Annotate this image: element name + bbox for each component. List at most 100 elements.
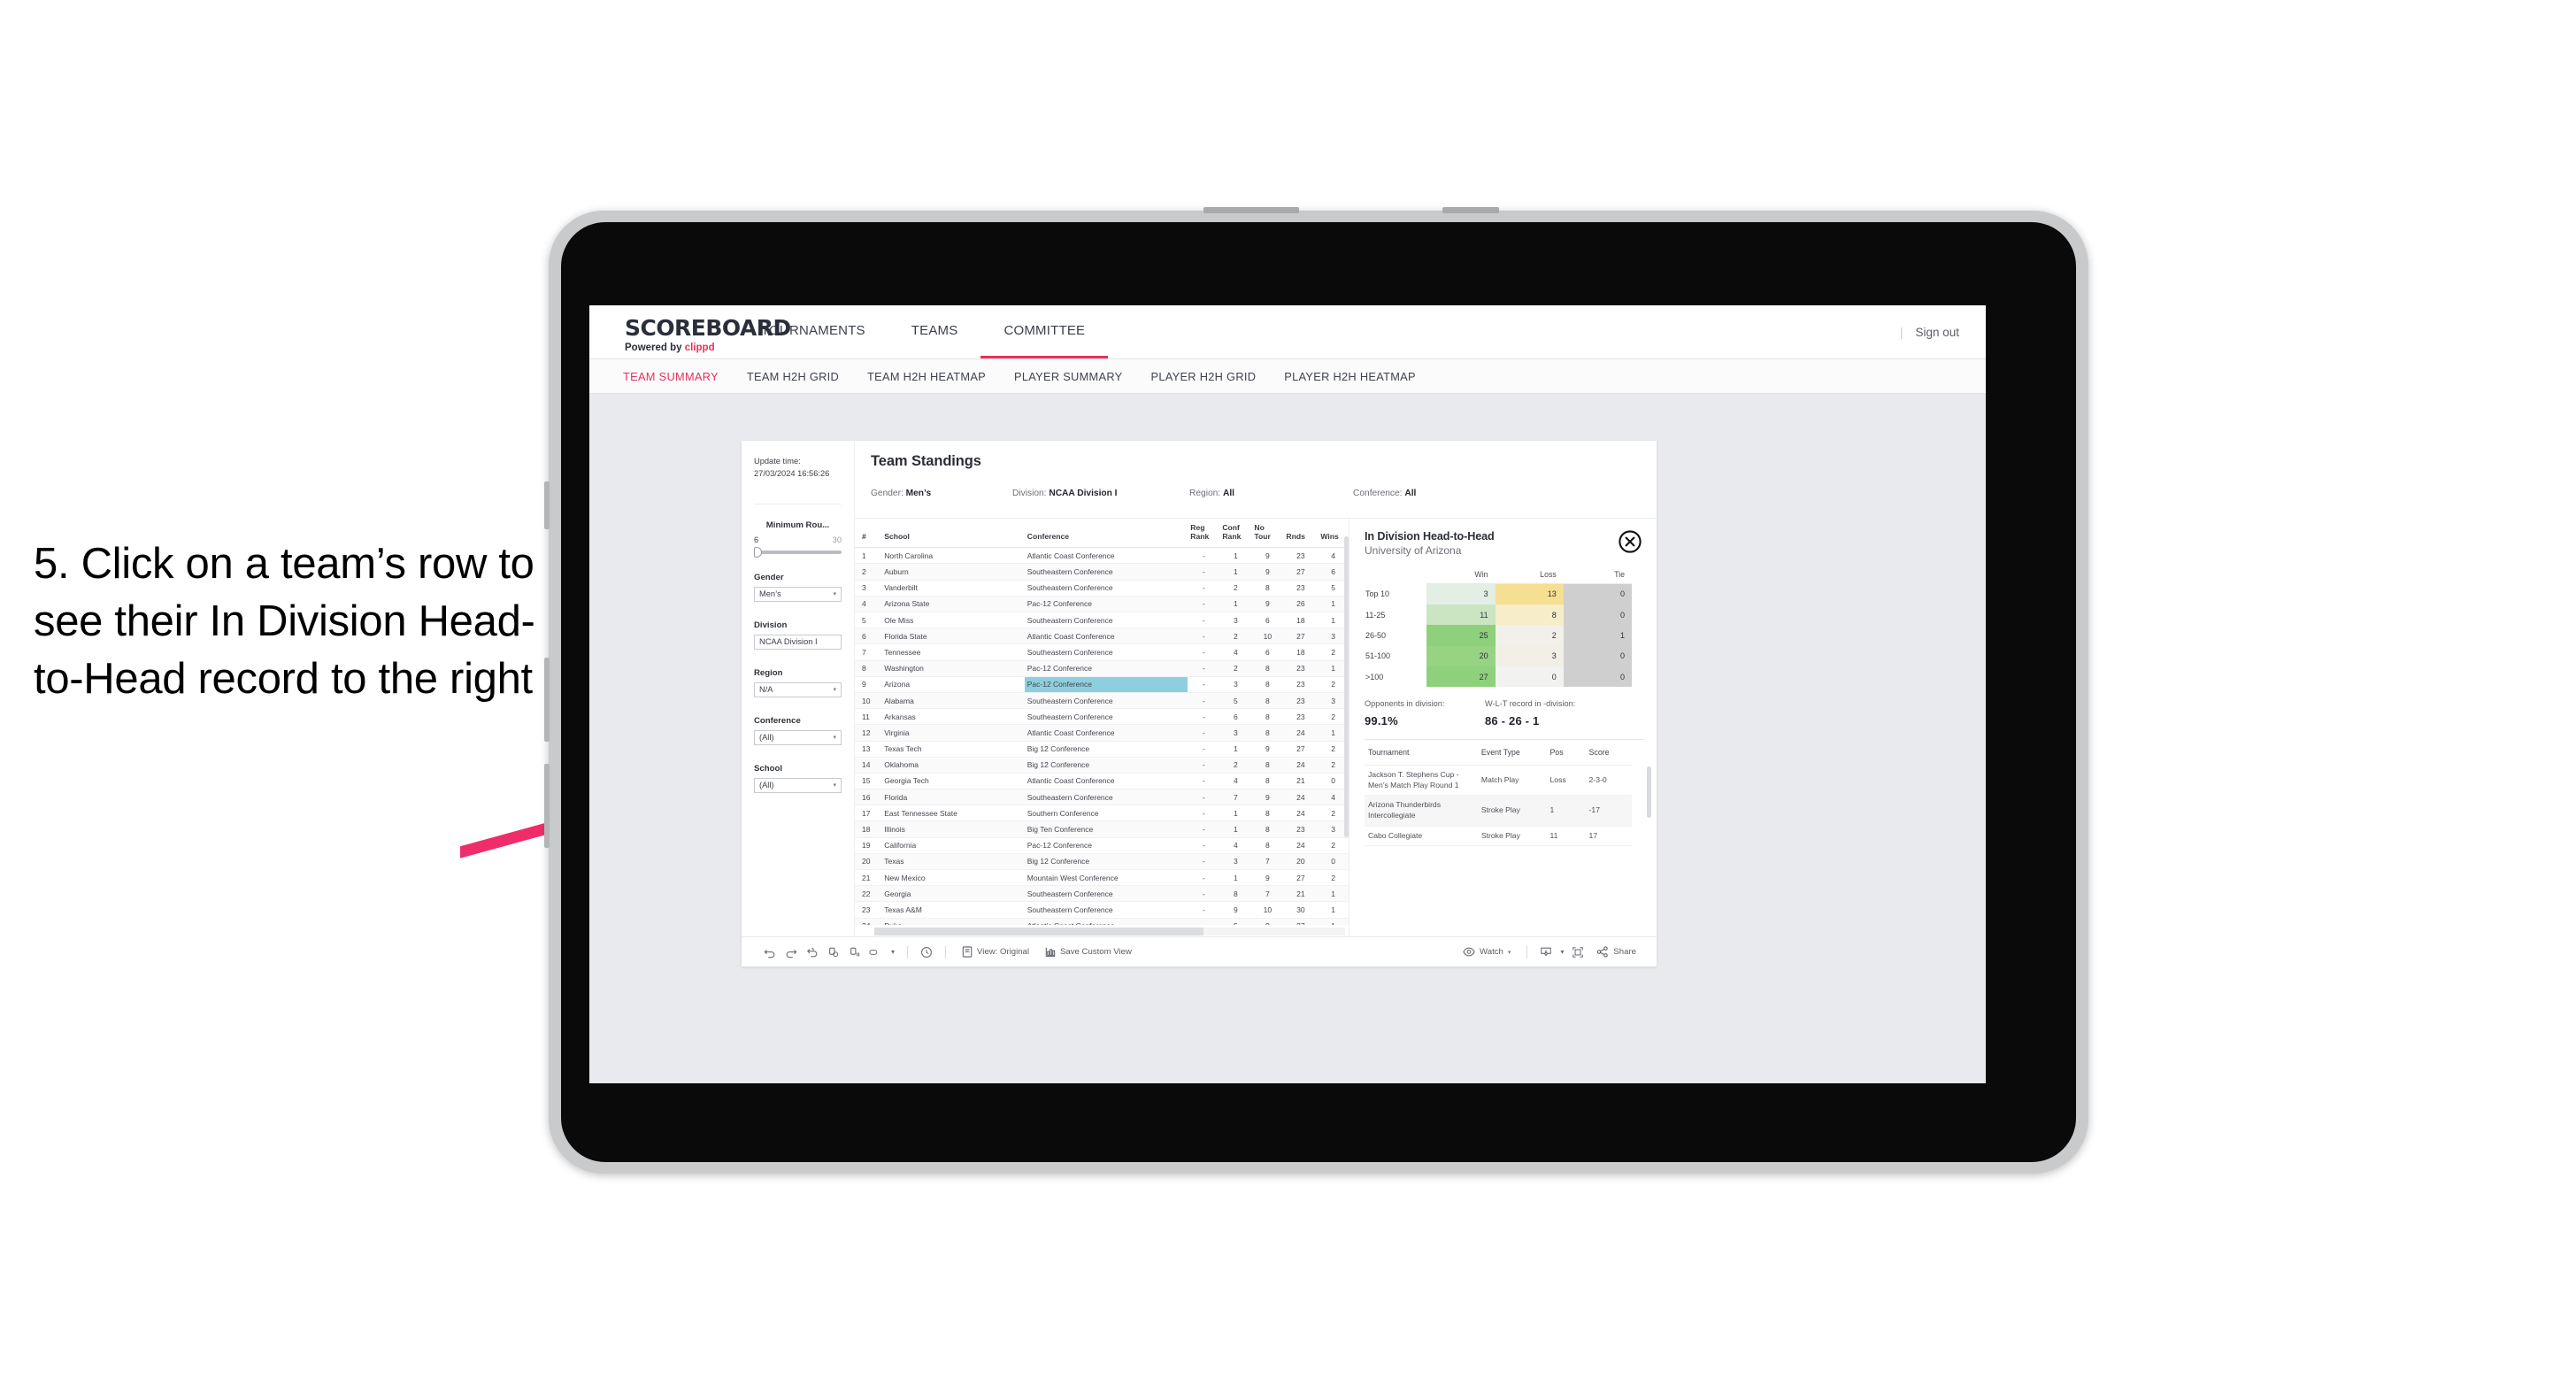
th-no-tour[interactable]: No Tour [1251, 519, 1284, 549]
cell-reg-rank: - [1188, 628, 1220, 645]
tournament-row[interactable]: Arizona Thunderbirds Intercollegiate Stro… [1365, 795, 1632, 827]
h2h-header-row: Win Loss Tie [1365, 567, 1632, 584]
chevron-down-icon: ▾ [833, 687, 836, 694]
table-row[interactable]: 22 Georgia Southeastern Conference -8 7 21 1 [855, 885, 1349, 903]
table-row[interactable]: 4 Arizona State Pac-12 Conference -1 9 26 1 [855, 596, 1349, 613]
subnav-team-summary[interactable]: TEAM SUMMARY [609, 370, 733, 383]
table-row[interactable]: 2 Auburn Southeastern Conference -1 9 27 6 [855, 563, 1349, 581]
th-tournament[interactable]: Tournament [1365, 740, 1478, 766]
th-reg-rank[interactable]: Reg Rank [1188, 519, 1220, 549]
table-row[interactable]: 24DukeAtlantic Coast Conference-59271 [855, 918, 1349, 925]
subnav-player-summary[interactable]: PLAYER SUMMARY [1000, 370, 1136, 383]
cell-event-type: Stroke Play [1477, 795, 1547, 827]
slider-track[interactable] [754, 546, 842, 558]
cell-school: Georgia [881, 885, 1025, 903]
h2h-cell: 27 [1426, 666, 1496, 688]
subnav-player-h2h-grid[interactable]: PLAYER H2H GRID [1137, 370, 1271, 383]
th-school[interactable]: School [881, 519, 1025, 549]
table-row[interactable]: 5 Ole Miss Southeastern Conference -3 6 18 1 [855, 612, 1349, 629]
th-conf-rank[interactable]: Conf Rank [1219, 519, 1252, 549]
dashboard-canvas: Update time: 27/03/2024 16:56:26 Minimum… [589, 394, 1986, 1083]
th-score[interactable]: Score [1585, 740, 1632, 766]
stat-wlt-record: W-L-T record in -division: 86 - 26 - 1 [1485, 699, 1575, 728]
nav-teams[interactable]: TEAMS [888, 305, 981, 358]
shape-dropdown-icon[interactable] [865, 943, 887, 962]
table-row[interactable]: 21 New Mexico Mountain West Conference -1 9 2… [855, 869, 1349, 887]
table-row[interactable]: 14 Oklahoma Big 12 Conference -2 8 24 2 [855, 757, 1349, 774]
table-row[interactable]: 1 North Carolina Atlantic Coast Conference… [855, 547, 1349, 565]
view-original-label: View: Original [977, 947, 1030, 957]
th-event-type[interactable]: Event Type [1477, 740, 1547, 766]
h2h-row-label: 11-25 [1365, 604, 1427, 626]
table-row[interactable]: 7 Tennessee Southeastern Conference -4 6 18 2 [855, 643, 1349, 661]
filter-gender-value: Men’s [759, 589, 781, 599]
tournaments-scrollbar[interactable] [1647, 766, 1651, 819]
slider-label: Minimum Rou... [765, 520, 830, 530]
th-pos[interactable]: Pos [1546, 740, 1586, 766]
table-row[interactable]: 13 Texas Tech Big 12 Conference -1 9 27 2 [855, 741, 1349, 758]
tournament-row[interactable]: Cabo Collegiate Stroke Play 11 17 [1365, 826, 1632, 847]
history-icon[interactable] [916, 943, 937, 962]
filter-gender-label: Gender [754, 572, 784, 582]
th-rank[interactable]: # [855, 519, 882, 549]
close-circle-icon[interactable] [1618, 529, 1642, 554]
filter-gender-select[interactable]: Men’s ▾ [754, 586, 842, 602]
tournament-row[interactable]: Jackson T. Stephens Cup - Men’s Match Pl… [1365, 765, 1632, 797]
app-logo[interactable]: SCOREBOARD Powered by clippd [589, 305, 791, 358]
watch-button[interactable]: Watch ▾ [1455, 947, 1519, 957]
th-rounds[interactable]: Rnds [1283, 519, 1319, 549]
chevron-down-icon[interactable]: ▾ [887, 943, 899, 962]
filter-conference-select[interactable]: (All) ▾ [754, 729, 842, 745]
th-conference[interactable]: Conference [1024, 519, 1188, 549]
cell-school: California [881, 837, 1025, 854]
cell-conference: Atlantic Coast Conference [1024, 918, 1188, 925]
cell-rounds: 27 [1283, 918, 1319, 925]
cell-score: 2-3-0 [1585, 765, 1632, 797]
view-original-button[interactable]: View: Original [954, 946, 1037, 958]
filter-division-select[interactable]: NCAA Division I [754, 634, 842, 650]
redo-icon[interactable] [780, 943, 802, 962]
cell-school: Florida State [881, 628, 1025, 645]
table-row[interactable]: 15 Georgia Tech Atlantic Coast Conference -… [855, 773, 1349, 790]
instruction-annotation: 5. Click on a team’s row to see their In… [34, 540, 535, 704]
table-row[interactable]: 17 East Tennessee State Southern Conferenc… [855, 805, 1349, 822]
table-row[interactable]: 11 Arkansas Southeastern Conference -6 8 23 2 [855, 708, 1349, 726]
chevron-down-icon[interactable]: ▾ [1557, 943, 1567, 962]
undo-icon[interactable] [759, 943, 780, 962]
standings-scroll-area[interactable]: # School Conference Reg Rank Conf Rank N… [855, 519, 1349, 925]
table-row[interactable]: 20 Texas Big 12 Conference -3 7 20 0 [855, 853, 1349, 871]
slider-handle[interactable] [754, 546, 762, 558]
table-row[interactable]: 16 Florida Southeastern Conference -7 9 24 4 [855, 789, 1349, 806]
filter-school-select[interactable]: (All) ▾ [754, 777, 842, 793]
nav-committee[interactable]: COMMITTEE [980, 305, 1109, 358]
share-button[interactable]: Share [1588, 946, 1644, 958]
table-row[interactable]: 23 Texas A&M Southeastern Conference -9 10 30… [855, 901, 1349, 919]
table-row[interactable]: 12 Virginia Atlantic Coast Conference -3 8 24… [855, 724, 1349, 742]
sign-out-link[interactable]: Sign out [1915, 326, 1959, 339]
table-row[interactable]: 19 California Pac-12 Conference -4 8 24 2 [855, 837, 1349, 854]
download-icon[interactable] [1535, 943, 1557, 962]
table-row[interactable]: 3 Vanderbilt Southeastern Conference -2 8 23 5 [855, 580, 1349, 597]
subnav-team-h2h-heatmap[interactable]: TEAM H2H HEATMAP [853, 370, 1000, 383]
fullscreen-icon[interactable] [1567, 943, 1588, 962]
slider-min-value: 6 [754, 535, 759, 544]
scrollbar-thumb[interactable] [874, 928, 1204, 936]
dashboard-toolbar: ▾ View: Original Save Custom View Watch … [742, 936, 1657, 966]
cell-rounds: 24 [1283, 837, 1319, 854]
table-row[interactable]: 8 Washington Pac-12 Conference -2 8 23 1 [855, 660, 1349, 677]
cell-conference: Atlantic Coast Conference [1024, 628, 1188, 645]
pause-updates-icon[interactable] [844, 943, 865, 962]
standings-horizontal-scrollbar[interactable] [855, 925, 1349, 936]
revert-icon[interactable] [802, 943, 823, 962]
refresh-data-icon[interactable] [823, 943, 844, 962]
filter-region-select[interactable]: N/A ▾ [754, 681, 842, 697]
save-custom-view-button[interactable]: Save Custom View [1037, 946, 1140, 958]
table-row[interactable]: 18 Illinois Big Ten Conference -1 8 23 3 [855, 820, 1349, 838]
table-row[interactable]: 9 Arizona Pac-12 Conference -3 8 23 2 [855, 676, 1349, 693]
table-row[interactable]: 6 Florida State Atlantic Coast Conference -… [855, 628, 1349, 645]
scrollbar-track[interactable] [874, 928, 1345, 936]
table-row[interactable]: 10 Alabama Southeastern Conference -5 8 23 3 [855, 692, 1349, 710]
cell-rank: 6 [855, 628, 882, 645]
subnav-team-h2h-grid[interactable]: TEAM H2H GRID [733, 370, 853, 383]
subnav-player-h2h-heatmap[interactable]: PLAYER H2H HEATMAP [1270, 370, 1430, 383]
